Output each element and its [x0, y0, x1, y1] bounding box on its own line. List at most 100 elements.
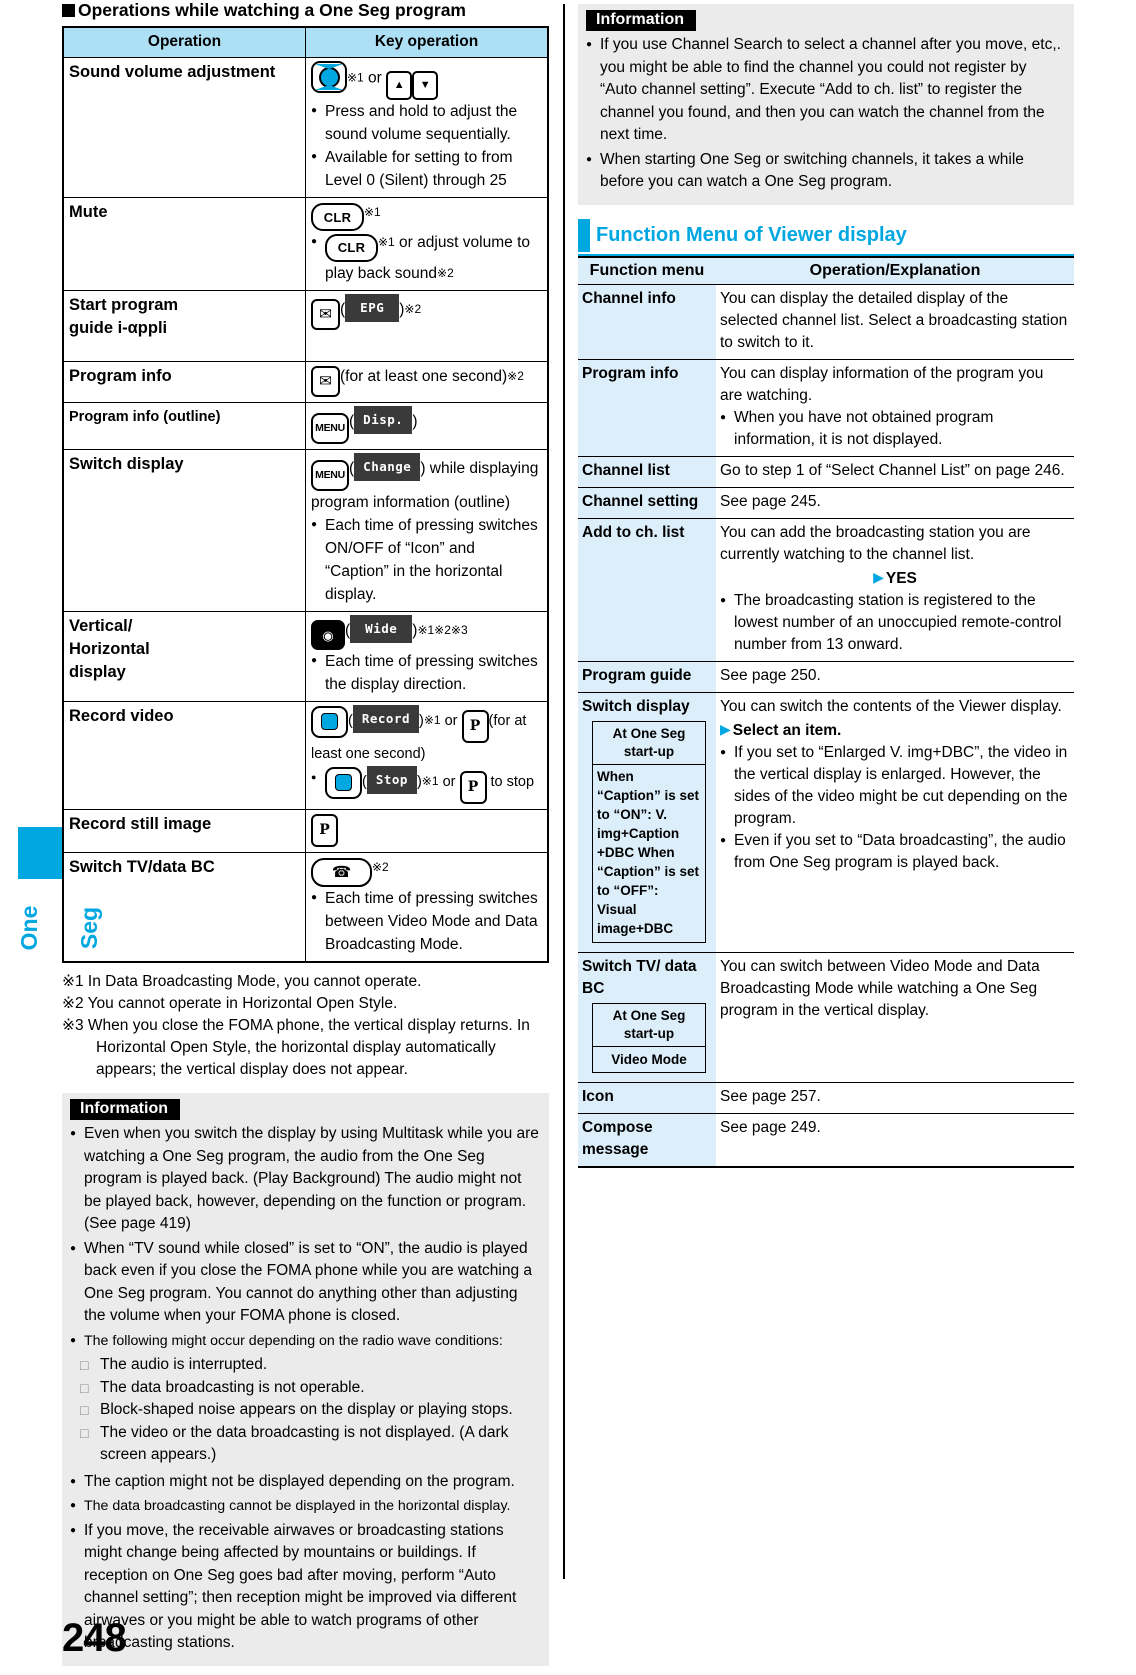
- bullet-list: The caption might not be displayed depen…: [70, 1471, 541, 1655]
- row-label: Start program guide i-αppli: [62, 289, 306, 362]
- table-row: Start program guide i-αppli ✉(EPG)※2: [62, 289, 549, 362]
- row-explanation: Go to step 1 of “Select Channel List” on…: [716, 456, 1074, 488]
- column-divider: [563, 4, 565, 1579]
- table-header-row: Function menu Operation/Explanation: [578, 256, 1074, 285]
- list-item: The following might occur depending on t…: [70, 1330, 541, 1353]
- softkey-label: Wide: [350, 614, 413, 643]
- column-header-key-operation: Key operation: [305, 26, 549, 58]
- row-key-operation: MENU(Change) while displaying program in…: [305, 448, 549, 612]
- footnote-ref: ※2: [372, 860, 389, 874]
- row-key-operation: ※1 or ▲▼ Press and hold to adjust the so…: [305, 57, 549, 198]
- manual-page: One Seg Operations while watching a One …: [0, 0, 1136, 1675]
- row-key-operation: ◉(Wide)※1※2※3 Each time of pressing swit…: [305, 610, 549, 702]
- bullet-list: If you use Channel Search to select a ch…: [586, 34, 1066, 194]
- operations-table: Operation Key operation Sound volume adj…: [62, 26, 549, 963]
- list-item: If you move, the receivable airwaves or …: [70, 1520, 541, 1655]
- list-item: (Stop)※1 or P to stop: [311, 766, 542, 804]
- list-item: Even if you set to “Data broadcasting”, …: [720, 830, 1070, 874]
- row-explanation: You can add the broadcasting station you…: [716, 518, 1074, 662]
- information-box-right: Information If you use Channel Search to…: [578, 4, 1074, 205]
- play-arrow-icon: ▶: [873, 568, 884, 585]
- page-number: 248: [62, 1616, 127, 1660]
- footnote-ref: ※2: [404, 301, 422, 316]
- list-item: Press and hold to adjust the sound volum…: [311, 100, 542, 146]
- list-item: The data broadcasting cannot be displaye…: [70, 1495, 541, 1518]
- bullet-list: Each time of pressing switches ON/OFF of…: [311, 514, 542, 606]
- nav-key-icon: [311, 61, 347, 93]
- row-key-operation: P: [305, 809, 549, 853]
- list-item: Each time of pressing switches ON/OFF of…: [311, 514, 542, 606]
- row-label: Record video: [62, 701, 306, 810]
- mail-key-icon: ✉: [311, 298, 340, 330]
- list-item: Even when you switch the display by usin…: [70, 1123, 541, 1236]
- table-header-row: Operation Key operation: [62, 26, 549, 58]
- information-tag: Information: [586, 10, 696, 31]
- row-explanation: See page 257.: [716, 1082, 1074, 1114]
- bullet-list: CLR※1 or adjust volume to play back soun…: [311, 231, 542, 285]
- bullet-list: Even when you switch the display by usin…: [70, 1123, 541, 1352]
- imode-key-icon: P: [459, 771, 487, 804]
- list-item: If you use Channel Search to select a ch…: [586, 34, 1066, 147]
- row-explanation: You can switch the contents of the Viewe…: [716, 692, 1074, 953]
- softkey-label: EPG: [345, 293, 400, 322]
- row-label: Vertical/Horizontal display: [62, 610, 306, 702]
- row-label: Switch display: [62, 448, 306, 612]
- information-box-left: Information Even when you switch the dis…: [62, 1093, 549, 1666]
- row-key-operation: ✉ (for at least one second)※2: [305, 360, 549, 403]
- row-label: Program info: [62, 360, 306, 403]
- row-label: Program info (outline): [62, 401, 306, 450]
- clr-key-icon: CLR: [311, 203, 364, 231]
- up-arrow-key-icon: ▲: [386, 70, 413, 100]
- table-row: Switch display MENU(Change) while displa…: [62, 448, 549, 612]
- menu-key-icon: MENU: [311, 459, 349, 491]
- table-row: Program guide See page 250.: [578, 661, 1074, 693]
- chapter-tab-marker: [18, 827, 64, 879]
- table-row: Record video (Record)※1 or P (for at leas…: [62, 701, 549, 810]
- list-item: Each time of pressing switches between V…: [311, 887, 542, 956]
- information-tag: Information: [70, 1099, 180, 1120]
- bullet-list: Each time of pressing switches between V…: [311, 887, 542, 956]
- column-header-operation-explanation: Operation/Explanation: [716, 256, 1074, 285]
- table-row: Switch display At One Seg start-up When …: [578, 692, 1074, 953]
- bullet-list: (Stop)※1 or P to stop: [311, 766, 542, 804]
- footnote-ref: ※1: [423, 713, 441, 727]
- footnote-ref: ※2: [507, 368, 524, 383]
- table-row: Program info ✉ (for at least one second)※…: [62, 360, 549, 403]
- footnote-ref: ※1※2※3: [417, 622, 468, 637]
- bullet-list: Each time of pressing switches the displ…: [311, 650, 542, 696]
- footnote-ref: ※1: [421, 774, 439, 788]
- list-item: If you set to “Enlarged V. img+DBC”, the…: [720, 742, 1070, 830]
- softkey-label: Change: [354, 452, 421, 481]
- footnote-ref: ※1: [378, 235, 395, 249]
- function-menu-table: Function menu Operation/Explanation Chan…: [578, 255, 1074, 1168]
- imode-key-icon: P: [461, 710, 489, 743]
- table-row: Mute CLR※1 CLR※1 or adjust volume to pla…: [62, 196, 549, 291]
- table-row: Program info You can display information…: [578, 359, 1074, 457]
- footnote-ref: ※1: [347, 70, 364, 85]
- down-arrow-key-icon: ▼: [412, 70, 439, 100]
- row-label: Sound volume adjustment: [62, 57, 306, 198]
- list-item: The video or the data broadcasting is no…: [80, 1422, 541, 1467]
- table-row: Vertical/Horizontal display ◉(Wide)※1※2※3…: [62, 610, 549, 702]
- imode-key-icon: P: [311, 814, 338, 847]
- footnote-ref: ※1: [364, 204, 381, 219]
- table-row: Switch TV/data BC ☎※2 Each time of press…: [62, 852, 549, 963]
- row-key-operation: MENU(Disp.): [305, 401, 549, 450]
- row-label: Program info: [578, 359, 716, 457]
- list-item: The broadcasting station is registered t…: [720, 590, 1070, 656]
- softkey-label: Stop: [366, 766, 417, 794]
- column-header-operation: Operation: [62, 26, 306, 58]
- softkey-label: Record: [352, 705, 419, 733]
- footnote-3: ※3 When you close the FOMA phone, the ve…: [62, 1017, 530, 1078]
- row-explanation: See page 249.: [720, 1118, 821, 1136]
- list-item: Block-shaped noise appears on the displa…: [80, 1399, 541, 1422]
- footnote-2: ※2 You cannot operate in Horizontal Open…: [62, 995, 398, 1012]
- state-box-header: At One Seg start-up: [593, 1003, 705, 1047]
- step-line: ▶ YES: [873, 568, 917, 587]
- row-label: Switch TV/data BC: [62, 852, 306, 963]
- row-label: Channel setting: [578, 487, 716, 519]
- chapter-tab-label: One Seg: [16, 905, 102, 951]
- list-item: When you have not obtained program infor…: [720, 407, 1070, 451]
- table-row: Program info (outline) MENU(Disp.): [62, 401, 549, 450]
- row-label: Compose message: [578, 1113, 716, 1167]
